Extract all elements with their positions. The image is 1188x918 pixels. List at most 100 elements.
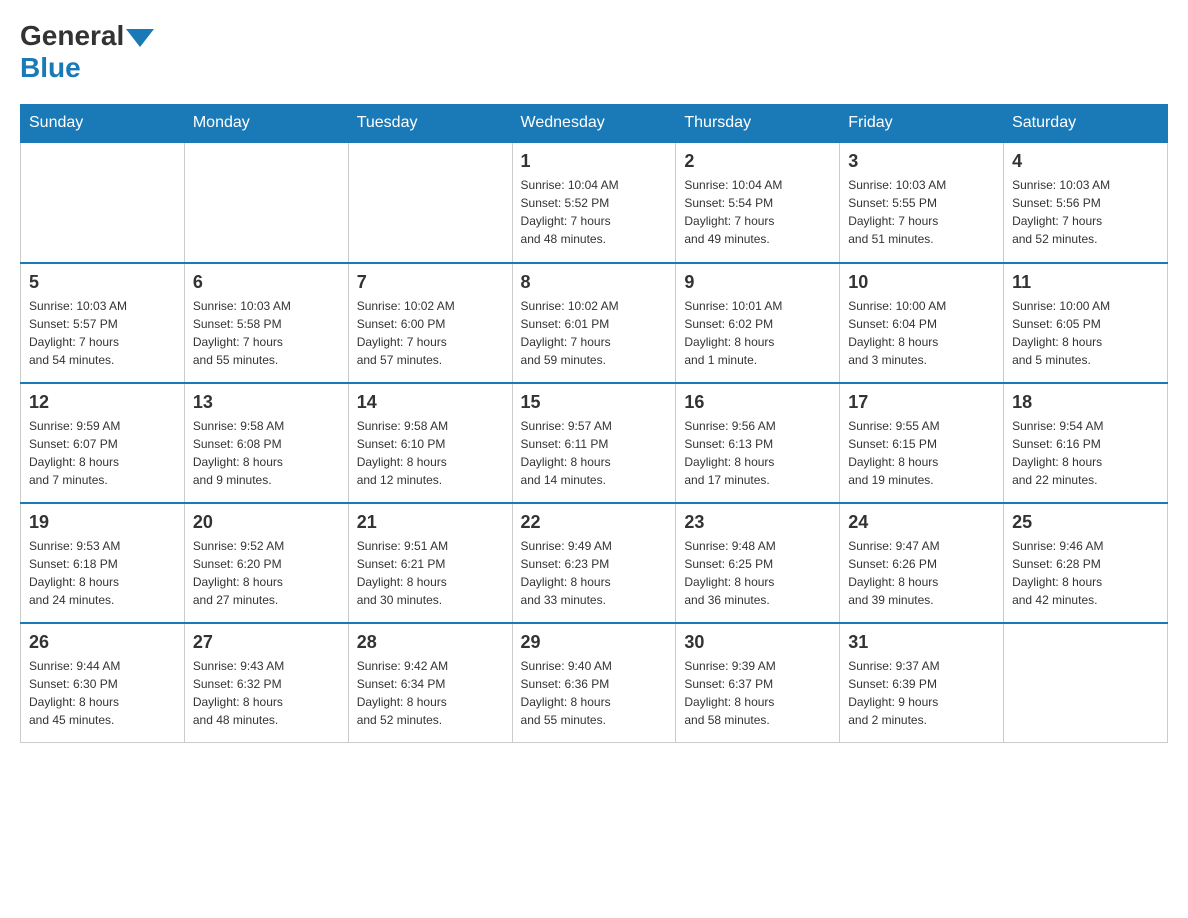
day-number: 15	[521, 392, 668, 413]
week-row-5: 26 Sunrise: 9:44 AMSunset: 6:30 PMDayligh…	[21, 623, 1168, 743]
day-info: Sunrise: 9:53 AMSunset: 6:18 PMDaylight:…	[29, 537, 176, 609]
week-row-4: 19 Sunrise: 9:53 AMSunset: 6:18 PMDayligh…	[21, 503, 1168, 623]
day-cell: 22 Sunrise: 9:49 AMSunset: 6:23 PMDayligh…	[512, 503, 676, 623]
day-cell: 3Sunrise: 10:03 AMSunset: 5:55 PMDayligh…	[840, 143, 1004, 263]
logo-blue: Blue	[20, 52, 81, 84]
logo: General Blue	[20, 20, 154, 84]
day-number: 25	[1012, 512, 1159, 533]
day-info: Sunrise: 9:43 AMSunset: 6:32 PMDaylight:…	[193, 657, 340, 729]
day-number: 7	[357, 272, 504, 293]
day-cell: 17 Sunrise: 9:55 AMSunset: 6:15 PMDayligh…	[840, 383, 1004, 503]
day-number: 6	[193, 272, 340, 293]
day-cell: 30 Sunrise: 9:39 AMSunset: 6:37 PMDayligh…	[676, 623, 840, 743]
day-info: Sunrise: 9:42 AMSunset: 6:34 PMDaylight:…	[357, 657, 504, 729]
day-number: 19	[29, 512, 176, 533]
day-cell	[21, 143, 185, 263]
day-number: 9	[684, 272, 831, 293]
day-cell: 25 Sunrise: 9:46 AMSunset: 6:28 PMDayligh…	[1004, 503, 1168, 623]
day-info: Sunrise: 9:47 AMSunset: 6:26 PMDaylight:…	[848, 537, 995, 609]
day-info: Sunrise: 9:59 AMSunset: 6:07 PMDaylight:…	[29, 417, 176, 489]
day-number: 20	[193, 512, 340, 533]
day-number: 5	[29, 272, 176, 293]
day-info: Sunrise: 10:00 AMSunset: 6:04 PMDaylight…	[848, 297, 995, 369]
day-number: 27	[193, 632, 340, 653]
week-row-3: 12Sunrise: 9:59 AMSunset: 6:07 PMDayligh…	[21, 383, 1168, 503]
day-info: Sunrise: 10:04 AMSunset: 5:52 PMDaylight…	[521, 176, 668, 248]
weekday-header-thursday: Thursday	[676, 104, 840, 143]
weekday-header-wednesday: Wednesday	[512, 104, 676, 143]
day-cell: 28Sunrise: 9:42 AMSunset: 6:34 PMDayligh…	[348, 623, 512, 743]
day-number: 8	[521, 272, 668, 293]
day-cell	[184, 143, 348, 263]
day-cell: 24Sunrise: 9:47 AMSunset: 6:26 PMDayligh…	[840, 503, 1004, 623]
weekday-header-monday: Monday	[184, 104, 348, 143]
day-number: 17	[848, 392, 995, 413]
day-cell: 5Sunrise: 10:03 AMSunset: 5:57 PMDayligh…	[21, 263, 185, 383]
day-cell: 26 Sunrise: 9:44 AMSunset: 6:30 PMDayligh…	[21, 623, 185, 743]
day-cell: 2 Sunrise: 10:04 AMSunset: 5:54 PMDayligh…	[676, 143, 840, 263]
day-info: Sunrise: 9:58 AMSunset: 6:10 PMDaylight:…	[357, 417, 504, 489]
day-cell: 8 Sunrise: 10:02 AMSunset: 6:01 PMDayligh…	[512, 263, 676, 383]
day-info: Sunrise: 9:39 AMSunset: 6:37 PMDaylight:…	[684, 657, 831, 729]
day-cell: 23 Sunrise: 9:48 AMSunset: 6:25 PMDayligh…	[676, 503, 840, 623]
day-number: 1	[521, 151, 668, 172]
day-cell: 1 Sunrise: 10:04 AMSunset: 5:52 PMDayligh…	[512, 143, 676, 263]
weekday-header-saturday: Saturday	[1004, 104, 1168, 143]
day-number: 13	[193, 392, 340, 413]
day-info: Sunrise: 10:02 AMSunset: 6:00 PMDaylight…	[357, 297, 504, 369]
day-info: Sunrise: 9:52 AMSunset: 6:20 PMDaylight:…	[193, 537, 340, 609]
day-cell: 6Sunrise: 10:03 AMSunset: 5:58 PMDayligh…	[184, 263, 348, 383]
day-number: 31	[848, 632, 995, 653]
day-number: 14	[357, 392, 504, 413]
day-info: Sunrise: 9:37 AMSunset: 6:39 PMDaylight:…	[848, 657, 995, 729]
weekday-header-row: SundayMondayTuesdayWednesdayThursdayFrid…	[21, 104, 1168, 143]
day-number: 23	[684, 512, 831, 533]
day-number: 26	[29, 632, 176, 653]
day-number: 22	[521, 512, 668, 533]
logo-text: General	[20, 20, 154, 52]
day-info: Sunrise: 10:02 AMSunset: 6:01 PMDaylight…	[521, 297, 668, 369]
day-number: 11	[1012, 272, 1159, 293]
day-cell: 4 Sunrise: 10:03 AMSunset: 5:56 PMDayligh…	[1004, 143, 1168, 263]
day-cell: 20 Sunrise: 9:52 AMSunset: 6:20 PMDayligh…	[184, 503, 348, 623]
day-cell: 7 Sunrise: 10:02 AMSunset: 6:00 PMDayligh…	[348, 263, 512, 383]
day-cell	[348, 143, 512, 263]
day-info: Sunrise: 9:44 AMSunset: 6:30 PMDaylight:…	[29, 657, 176, 729]
day-number: 2	[684, 151, 831, 172]
day-info: Sunrise: 10:01 AMSunset: 6:02 PMDaylight…	[684, 297, 831, 369]
day-info: Sunrise: 10:00 AMSunset: 6:05 PMDaylight…	[1012, 297, 1159, 369]
day-cell: 27 Sunrise: 9:43 AMSunset: 6:32 PMDayligh…	[184, 623, 348, 743]
weekday-header-tuesday: Tuesday	[348, 104, 512, 143]
day-number: 10	[848, 272, 995, 293]
page-header: General Blue	[20, 20, 1168, 84]
day-info: Sunrise: 9:54 AMSunset: 6:16 PMDaylight:…	[1012, 417, 1159, 489]
logo-general: General	[20, 20, 124, 52]
day-number: 18	[1012, 392, 1159, 413]
day-cell: 12Sunrise: 9:59 AMSunset: 6:07 PMDayligh…	[21, 383, 185, 503]
weekday-header-friday: Friday	[840, 104, 1004, 143]
day-cell: 9 Sunrise: 10:01 AMSunset: 6:02 PMDayligh…	[676, 263, 840, 383]
day-info: Sunrise: 9:55 AMSunset: 6:15 PMDaylight:…	[848, 417, 995, 489]
day-info: Sunrise: 9:48 AMSunset: 6:25 PMDaylight:…	[684, 537, 831, 609]
day-number: 4	[1012, 151, 1159, 172]
day-info: Sunrise: 9:49 AMSunset: 6:23 PMDaylight:…	[521, 537, 668, 609]
day-info: Sunrise: 10:04 AMSunset: 5:54 PMDaylight…	[684, 176, 831, 248]
day-cell: 13Sunrise: 9:58 AMSunset: 6:08 PMDayligh…	[184, 383, 348, 503]
weekday-header-sunday: Sunday	[21, 104, 185, 143]
day-cell: 21Sunrise: 9:51 AMSunset: 6:21 PMDayligh…	[348, 503, 512, 623]
day-cell: 29 Sunrise: 9:40 AMSunset: 6:36 PMDayligh…	[512, 623, 676, 743]
day-cell: 10 Sunrise: 10:00 AMSunset: 6:04 PMDaylig…	[840, 263, 1004, 383]
day-number: 21	[357, 512, 504, 533]
day-number: 3	[848, 151, 995, 172]
day-cell: 19 Sunrise: 9:53 AMSunset: 6:18 PMDayligh…	[21, 503, 185, 623]
day-info: Sunrise: 9:46 AMSunset: 6:28 PMDaylight:…	[1012, 537, 1159, 609]
day-number: 29	[521, 632, 668, 653]
day-info: Sunrise: 9:57 AMSunset: 6:11 PMDaylight:…	[521, 417, 668, 489]
week-row-1: 1 Sunrise: 10:04 AMSunset: 5:52 PMDayligh…	[21, 143, 1168, 263]
day-cell: 15 Sunrise: 9:57 AMSunset: 6:11 PMDayligh…	[512, 383, 676, 503]
day-cell: 16Sunrise: 9:56 AMSunset: 6:13 PMDayligh…	[676, 383, 840, 503]
day-number: 30	[684, 632, 831, 653]
day-info: Sunrise: 10:03 AMSunset: 5:56 PMDaylight…	[1012, 176, 1159, 248]
day-info: Sunrise: 9:40 AMSunset: 6:36 PMDaylight:…	[521, 657, 668, 729]
day-cell: 14 Sunrise: 9:58 AMSunset: 6:10 PMDayligh…	[348, 383, 512, 503]
